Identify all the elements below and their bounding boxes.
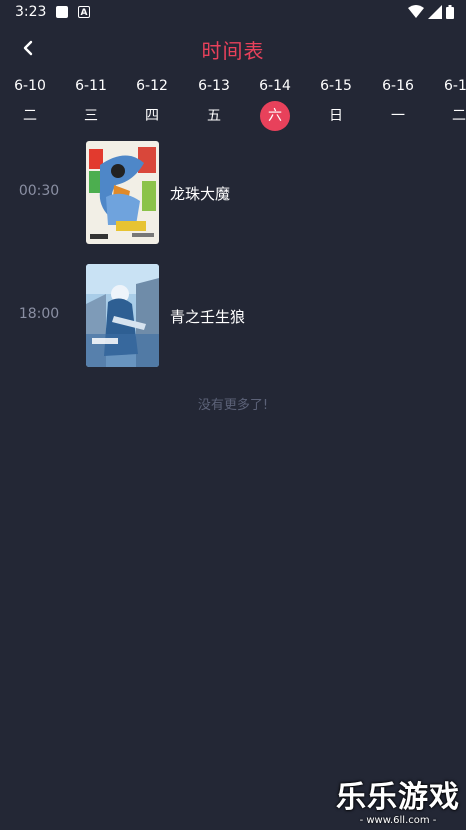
page-title: 时间表 (201, 39, 265, 63)
weekday-label: 一 (391, 108, 405, 124)
date-tab[interactable]: 6-12 四 (129, 76, 175, 131)
date-tab[interactable]: 6-15 日 (313, 76, 359, 131)
schedule-item[interactable]: 18:00 青之壬生狼 (0, 264, 466, 368)
status-time: 3:23 (15, 4, 47, 20)
weekday-label: 三 (84, 108, 98, 124)
poster-ao-no-miburo (86, 264, 159, 367)
date-label: 6-11 (75, 78, 107, 94)
date-tab[interactable]: 6-16 一 (375, 76, 421, 131)
date-tab[interactable]: 6-11 三 (68, 76, 114, 131)
poster-dragon-ball (86, 141, 159, 244)
air-time: 18:00 (18, 306, 60, 322)
weekday-label: 二 (452, 108, 466, 124)
watermark: 乐乐游戏 - www.6ll.com - (336, 780, 460, 827)
date-label: 6-15 (320, 78, 352, 94)
signal-icon (428, 5, 442, 19)
date-label: 6-10 (14, 78, 46, 94)
anime-poster[interactable] (86, 264, 159, 367)
anime-poster[interactable] (86, 141, 159, 244)
date-label: 6-16 (382, 78, 414, 94)
schedule-item[interactable]: 00:30 龙珠大魔 (0, 141, 466, 245)
watermark-brand: 乐乐游戏 (336, 780, 460, 815)
anime-title: 龙珠大魔 (170, 185, 231, 203)
date-tab[interactable]: 6-17 二 (436, 76, 466, 131)
date-label: 6-14 (259, 78, 291, 94)
weekday-label: 五 (207, 108, 221, 124)
date-label: 6-17 (444, 78, 466, 94)
weekday-label: 四 (145, 108, 159, 124)
weekday-label: 日 (329, 108, 343, 124)
battery-icon (446, 5, 454, 19)
weekday-label-selected: 六 (260, 101, 290, 131)
date-label: 6-12 (136, 78, 168, 94)
air-time: 00:30 (18, 183, 60, 199)
anime-title: 青之壬生狼 (170, 308, 246, 326)
app-bar: 时间表 (0, 26, 466, 72)
status-bar: 3:23 A (0, 0, 466, 26)
no-more-text: 没有更多了! (197, 398, 269, 413)
date-label: 6-13 (198, 78, 230, 94)
date-tab[interactable]: 6-13 五 (191, 76, 237, 131)
app-a-icon: A (78, 6, 90, 18)
weekday-label: 二 (23, 108, 37, 124)
date-tab-selected[interactable]: 6-14 六 (252, 76, 298, 131)
wifi-icon (408, 5, 424, 18)
watermark-url: - www.6ll.com - (359, 815, 437, 826)
date-strip[interactable]: 6-10 二 6-11 三 6-12 四 6-13 五 6-14 六 6-15 … (0, 76, 466, 131)
notification-icon (56, 6, 68, 18)
date-tab[interactable]: 6-10 二 (7, 76, 53, 131)
